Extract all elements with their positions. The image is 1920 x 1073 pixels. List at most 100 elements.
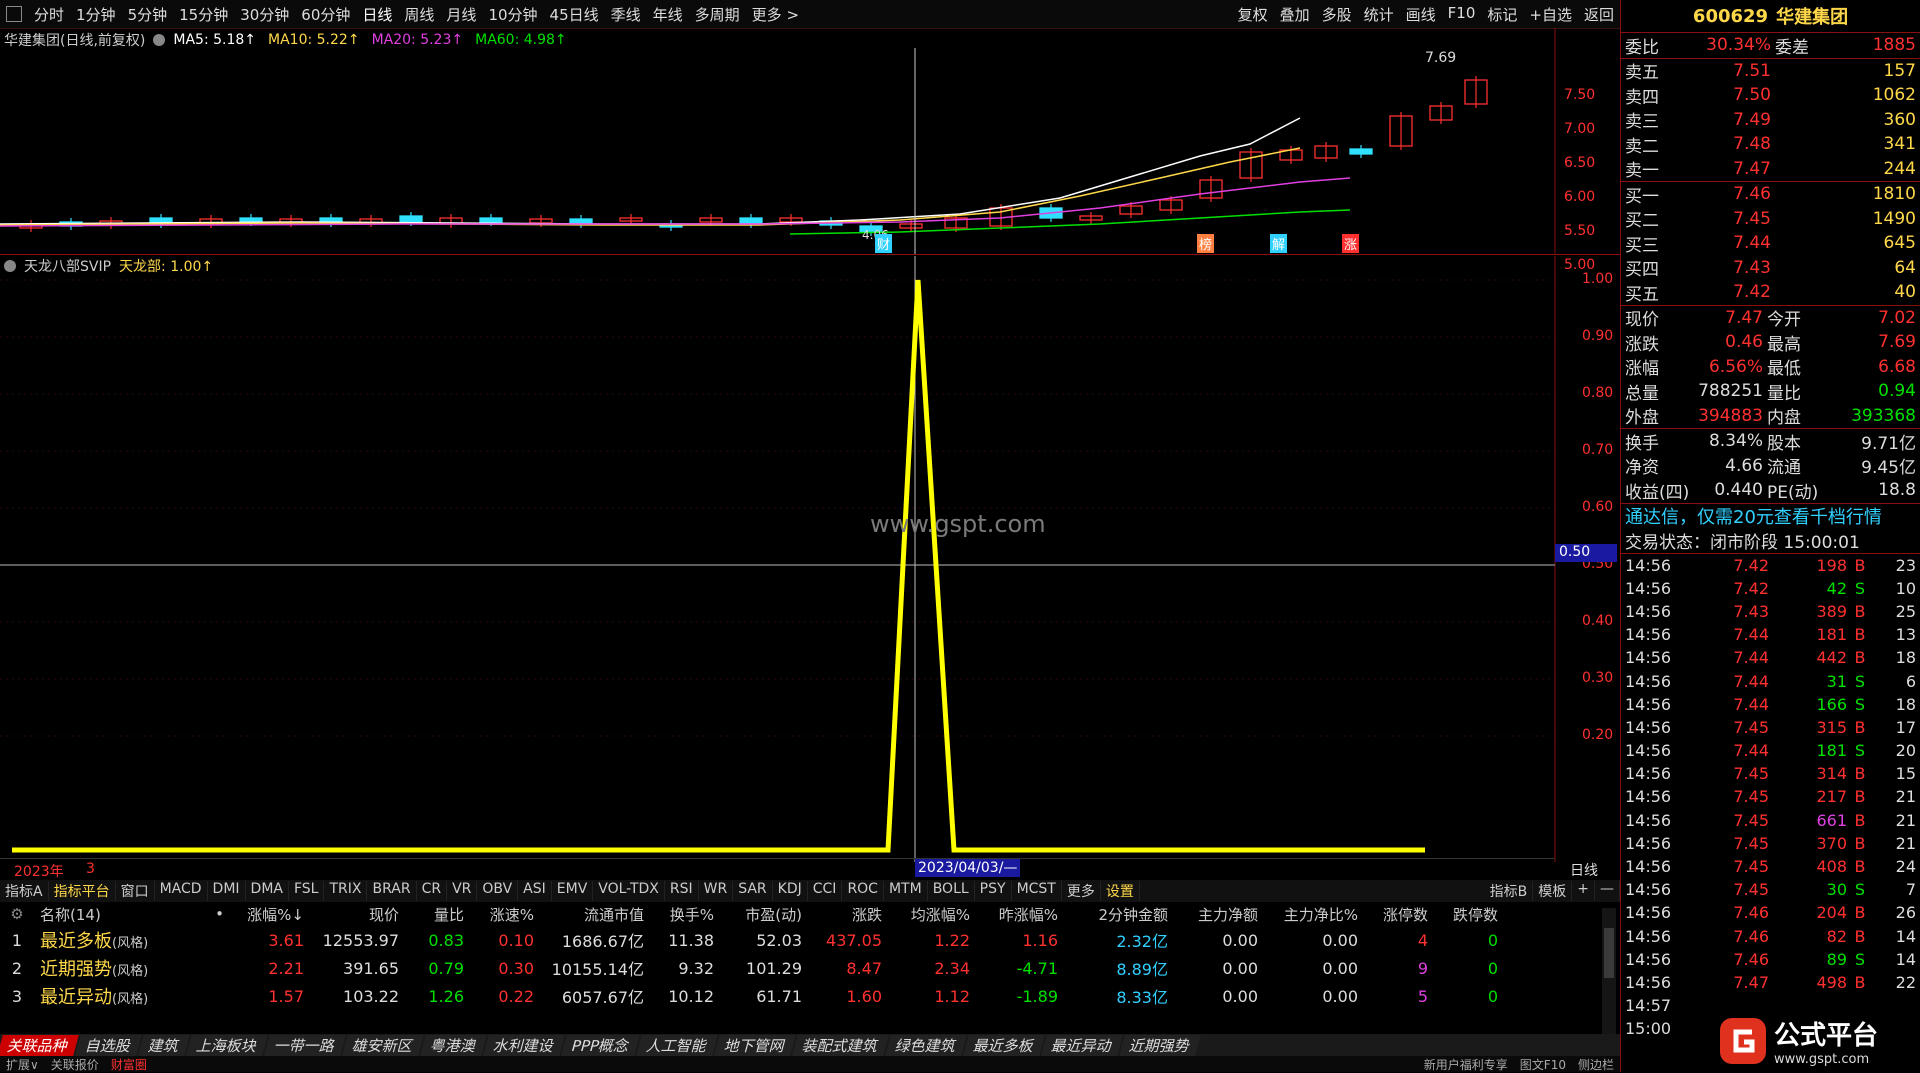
row-name[interactable]: 近期强势(风格) bbox=[40, 955, 230, 981]
indicator-tab[interactable]: 指标A bbox=[0, 881, 49, 901]
indicator-tab-right[interactable]: + bbox=[1572, 881, 1595, 901]
category-tab[interactable]: 地下管网 bbox=[714, 1034, 797, 1056]
toolbar-button[interactable]: 标记 bbox=[1481, 4, 1523, 25]
indicator-tab[interactable]: DMA bbox=[246, 881, 289, 901]
indicator-tab[interactable]: KDJ bbox=[773, 881, 808, 901]
category-tab[interactable]: 水利建设 bbox=[483, 1034, 565, 1056]
period-tab[interactable]: 15分钟 bbox=[173, 4, 234, 25]
indicator-tab[interactable]: VOL-TDX bbox=[593, 881, 665, 901]
period-tab[interactable]: 60分钟 bbox=[295, 4, 356, 25]
event-marker[interactable]: 解 bbox=[1270, 234, 1288, 253]
indicator-tab[interactable]: BOLL bbox=[928, 881, 975, 901]
table-header-cell[interactable]: 均涨幅% bbox=[888, 904, 976, 925]
book-row[interactable]: 卖五 7.51 157 bbox=[1621, 59, 1920, 84]
table-header-cell[interactable]: 市盈(动) bbox=[720, 904, 808, 925]
indicator-svg[interactable] bbox=[0, 256, 1620, 862]
period-tab[interactable]: 季线 bbox=[605, 4, 647, 25]
indicator-tab[interactable]: RSI bbox=[665, 881, 699, 901]
indicator-tab[interactable]: ASI bbox=[518, 881, 552, 901]
indicator-tab[interactable]: 设置 bbox=[1101, 881, 1140, 901]
indicator-tab[interactable]: WR bbox=[699, 881, 734, 901]
indicator-tab[interactable]: MCST bbox=[1012, 881, 1062, 901]
category-tab[interactable]: 关联品种 bbox=[0, 1034, 79, 1056]
table-header-cell[interactable]: 流通市值 bbox=[540, 904, 650, 925]
table-header-cell[interactable]: 现价 bbox=[310, 904, 405, 925]
table-row[interactable]: 1 最近多板(风格) 3.61 12553.97 0.83 0.10 1686.67亿 11.… bbox=[0, 926, 1620, 954]
indicator-tab-right[interactable]: 模板 bbox=[1533, 881, 1573, 901]
book-row[interactable]: 买一 7.46 1810 bbox=[1621, 182, 1920, 207]
period-tab[interactable]: 周线 bbox=[398, 4, 440, 25]
table-header-cell[interactable]: 涨停数 bbox=[1364, 904, 1434, 925]
table-header-cell[interactable]: 主力净额 bbox=[1174, 904, 1264, 925]
status-item[interactable]: 扩展∨ bbox=[0, 1056, 45, 1073]
book-row[interactable]: 买四 7.43 64 bbox=[1621, 256, 1920, 281]
indicator-tab-right[interactable]: 指标B bbox=[1485, 881, 1534, 901]
table-header-cell[interactable]: 涨幅%↓ bbox=[230, 904, 310, 925]
period-tab[interactable]: 月线 bbox=[440, 4, 482, 25]
category-tab[interactable]: 上海板块 bbox=[186, 1034, 268, 1056]
book-row[interactable]: 买三 7.44 645 bbox=[1621, 231, 1920, 256]
kline-svg[interactable] bbox=[0, 28, 1620, 254]
period-tab[interactable]: 5分钟 bbox=[122, 4, 174, 25]
event-marker[interactable]: 财 bbox=[875, 234, 893, 253]
status-item[interactable]: 关联报价 bbox=[45, 1056, 105, 1073]
table-header-cell[interactable]: • bbox=[210, 905, 230, 923]
indicator-tab[interactable]: BRAR bbox=[367, 881, 417, 901]
event-marker[interactable]: 涨 bbox=[1342, 234, 1360, 253]
event-marker[interactable]: 榜 bbox=[1197, 234, 1215, 253]
period-tab[interactable]: 1分钟 bbox=[70, 4, 122, 25]
table-header-cell[interactable]: 涨速% bbox=[470, 904, 540, 925]
category-tab[interactable]: 自选股 bbox=[75, 1034, 142, 1056]
table-row[interactable]: 2 近期强势(风格) 2.21 391.65 0.79 0.30 10155.14亿 9.32… bbox=[0, 954, 1620, 982]
book-row[interactable]: 买二 7.45 1490 bbox=[1621, 207, 1920, 232]
toolbar-button[interactable]: 叠加 bbox=[1274, 4, 1316, 25]
status-item[interactable]: 新用户福利专享 bbox=[1418, 1056, 1514, 1073]
table-header-cell[interactable]: 量比 bbox=[405, 904, 470, 925]
indicator-tab[interactable]: TRIX bbox=[324, 881, 368, 901]
status-item[interactable]: 侧边栏 bbox=[1572, 1056, 1620, 1073]
toolbar-button[interactable]: F10 bbox=[1442, 4, 1482, 25]
scroll-thumb[interactable] bbox=[1604, 928, 1614, 978]
indicator-tab[interactable]: MTM bbox=[884, 881, 928, 901]
category-tab[interactable]: 最近多板 bbox=[963, 1034, 1046, 1056]
indicator-tab[interactable]: 指标平台 bbox=[49, 881, 116, 901]
category-tab[interactable]: 装配式建筑 bbox=[792, 1034, 890, 1056]
row-name[interactable]: 最近异动(风格) bbox=[40, 983, 230, 1009]
indicator-tab[interactable]: MACD bbox=[155, 881, 208, 901]
indicator-tab[interactable]: CR bbox=[417, 881, 448, 901]
period-tab[interactable]: 多周期 bbox=[689, 4, 746, 25]
toolbar-button[interactable]: 画线 bbox=[1400, 4, 1442, 25]
table-header-cell[interactable]: 名称(14) bbox=[40, 904, 210, 925]
book-row[interactable]: 卖三 7.49 360 bbox=[1621, 108, 1920, 133]
indicator-tab[interactable]: ROC bbox=[842, 881, 884, 901]
book-row[interactable]: 卖一 7.47 244 bbox=[1621, 157, 1920, 182]
toolbar-button[interactable]: 返回 bbox=[1578, 4, 1620, 25]
table-header-cell[interactable]: 2分钟金额 bbox=[1064, 904, 1174, 925]
indicator-tab-right[interactable]: — bbox=[1595, 881, 1620, 901]
category-tab[interactable]: 一带一路 bbox=[264, 1034, 346, 1056]
category-tab[interactable]: 建筑 bbox=[138, 1034, 190, 1056]
toolbar-button[interactable]: +自选 bbox=[1523, 4, 1578, 25]
indicator-tab[interactable]: 窗口 bbox=[116, 881, 155, 901]
category-tab[interactable]: 雄安新区 bbox=[342, 1034, 424, 1056]
period-tab[interactable]: 年线 bbox=[647, 4, 689, 25]
period-tab[interactable]: 10分钟 bbox=[482, 4, 543, 25]
table-header-cell[interactable]: 跌停数 bbox=[1434, 904, 1504, 925]
status-item[interactable]: 财富圈 bbox=[105, 1056, 153, 1073]
indicator-tab[interactable]: 更多 bbox=[1062, 881, 1101, 901]
book-row[interactable]: 买五 7.42 40 bbox=[1621, 280, 1920, 305]
indicator-tab[interactable]: OBV bbox=[477, 881, 519, 901]
category-tab[interactable]: 绿色建筑 bbox=[885, 1034, 968, 1056]
period-tab[interactable]: 更多 > bbox=[746, 4, 805, 25]
status-item[interactable]: 图文F10 bbox=[1514, 1056, 1572, 1073]
category-tab[interactable]: 人工智能 bbox=[636, 1034, 719, 1056]
period-tab[interactable]: 分时 bbox=[28, 4, 70, 25]
indicator-tab[interactable]: PSY bbox=[975, 881, 1012, 901]
toolbar-button[interactable]: 复权 bbox=[1232, 4, 1274, 25]
toolbar-button[interactable]: 多股 bbox=[1316, 4, 1358, 25]
book-row[interactable]: 卖二 7.48 341 bbox=[1621, 132, 1920, 157]
period-tab[interactable]: 45日线 bbox=[544, 4, 605, 25]
indicator-tab[interactable]: FSL bbox=[289, 881, 325, 901]
toolbar-button[interactable]: 统计 bbox=[1358, 4, 1400, 25]
table-header-cell[interactable]: 涨跌 bbox=[808, 904, 888, 925]
